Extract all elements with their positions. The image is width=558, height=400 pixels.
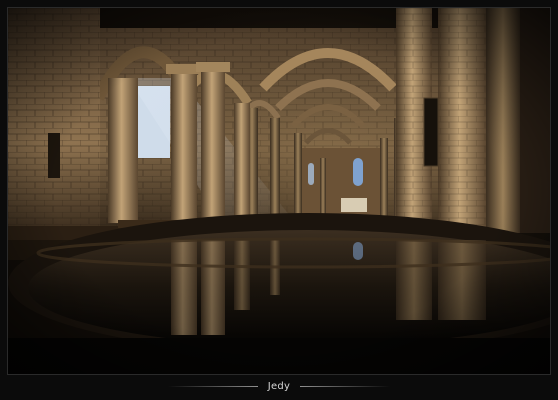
- photo-frame: [8, 8, 550, 374]
- church-interior-photo: [8, 8, 550, 374]
- caption-rule-left: [167, 385, 258, 387]
- photo-caption: Jedy: [0, 376, 558, 396]
- caption-rule-right: [300, 385, 391, 387]
- photographer-signature: Jedy: [267, 380, 291, 392]
